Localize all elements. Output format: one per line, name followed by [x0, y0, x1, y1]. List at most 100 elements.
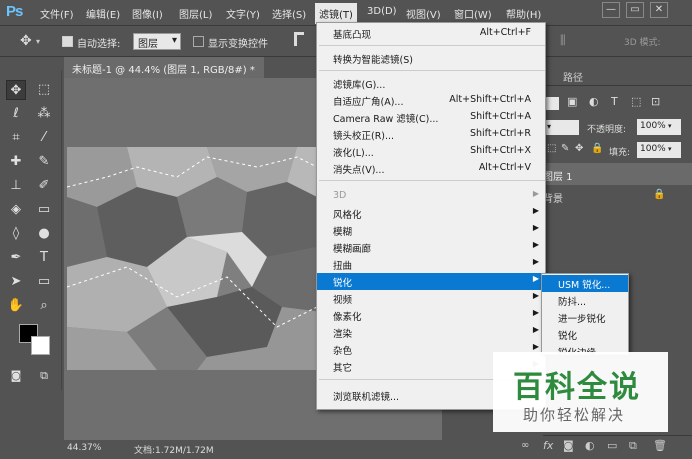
- new-group-icon[interactable]: ▭: [607, 439, 617, 452]
- submenu-arrow-icon: ▶: [532, 223, 539, 232]
- lock-icon: 🔒: [653, 189, 666, 200]
- menu-item-blur[interactable]: 模糊 ▶: [317, 222, 545, 239]
- move-tool-icon[interactable]: ✥: [20, 33, 32, 49]
- filter-kind-dropdown[interactable]: [545, 97, 559, 110]
- watermark: 百科全说 助你轻松解决: [493, 352, 668, 432]
- new-layer-icon[interactable]: ⧉: [629, 439, 637, 453]
- close-window-button[interactable]: ✕: [650, 2, 668, 18]
- menu-help[interactable]: 帮助(H): [506, 6, 541, 21]
- opacity-input[interactable]: 100% ▾: [637, 119, 681, 135]
- menu-item-filter-gallery[interactable]: 滤镜库(G)...: [317, 75, 545, 92]
- fill-input[interactable]: 100% ▾: [637, 142, 681, 158]
- crop-tool-icon[interactable]: ⌗: [6, 128, 26, 148]
- menu-item-adaptive-wide-angle[interactable]: 自适应广角(A)... Alt+Shift+Ctrl+A: [317, 92, 545, 109]
- lock-pixels-icon[interactable]: ✎: [561, 143, 569, 154]
- smart-object-filter-icon[interactable]: ⊡: [651, 95, 660, 108]
- fx-icon[interactable]: fx: [543, 439, 553, 452]
- blur-tool-icon[interactable]: ◊: [6, 224, 26, 244]
- screen-mode-icon[interactable]: ⧉: [34, 366, 54, 386]
- menu-filter[interactable]: 滤镜(T): [315, 3, 357, 24]
- zoom-tool-icon[interactable]: ⌕: [34, 296, 54, 316]
- eraser-tool-icon[interactable]: ◈: [6, 200, 26, 220]
- menu-3d[interactable]: 3D(D): [367, 6, 397, 17]
- menu-item-blur-gallery[interactable]: 模糊画廊 ▶: [317, 239, 545, 256]
- blend-mode-dropdown[interactable]: ▾: [545, 120, 579, 135]
- menu-select[interactable]: 选择(S): [272, 6, 306, 21]
- trash-icon[interactable]: 🗑: [653, 439, 667, 452]
- menu-edit[interactable]: 编辑(E): [86, 6, 120, 21]
- adjustment-layer-filter-icon[interactable]: ◐: [589, 95, 599, 108]
- lasso-tool-icon[interactable]: ℓ: [6, 104, 26, 124]
- clone-stamp-tool-icon[interactable]: ⊥: [6, 176, 26, 196]
- menu-type[interactable]: 文字(Y): [226, 6, 260, 21]
- document-info: 文档:1.72M/1.72M: [134, 446, 214, 456]
- add-mask-icon[interactable]: ◙: [563, 439, 574, 452]
- history-brush-tool-icon[interactable]: ✐: [34, 176, 54, 196]
- menu-image[interactable]: 图像(I): [132, 6, 163, 21]
- menu-item-sharpen-basic[interactable]: 锐化: [542, 326, 628, 343]
- tab-paths[interactable]: 路径: [563, 69, 583, 84]
- fill-value: 100%: [640, 144, 666, 154]
- menu-item-label: 其它: [333, 363, 353, 374]
- menu-item-sharpen[interactable]: 锐化 ▶: [317, 273, 545, 290]
- type-layer-filter-icon[interactable]: T: [611, 95, 618, 108]
- restore-button[interactable]: ▭: [626, 2, 644, 18]
- menu-item-video[interactable]: 视频 ▶: [317, 290, 545, 307]
- menu-item-render[interactable]: 渲染 ▶: [317, 324, 545, 341]
- menu-window[interactable]: 窗口(W): [454, 6, 492, 21]
- marquee-tool-icon[interactable]: ⬚: [34, 80, 54, 100]
- auto-select-dropdown[interactable]: 图层 ▾: [133, 33, 181, 50]
- menu-item-emboss[interactable]: 基底凸现 Alt+Ctrl+F: [317, 25, 545, 42]
- menu-item-vanishing-point[interactable]: 消失点(V)... Alt+Ctrl+V: [317, 160, 545, 177]
- shape-layer-filter-icon[interactable]: ⬚: [631, 95, 641, 108]
- menu-view[interactable]: 视图(V): [406, 6, 441, 21]
- menu-item-unsharp-mask[interactable]: USM 锐化...: [542, 275, 628, 292]
- align-top-icon[interactable]: [294, 32, 304, 46]
- chevron-down-icon[interactable]: ▾: [36, 37, 40, 46]
- menu-item-liquify[interactable]: 液化(L)... Shift+Ctrl+X: [317, 143, 545, 160]
- menu-item-convert-smart-filter[interactable]: 转换为智能滤镜(S): [317, 50, 545, 67]
- quick-mask-icon[interactable]: ◙: [6, 366, 26, 386]
- menu-item-sharpen-more[interactable]: 进一步锐化: [542, 309, 628, 326]
- lock-transparent-icon[interactable]: ⬚: [547, 143, 556, 154]
- auto-select-checkbox[interactable]: [62, 36, 73, 47]
- menu-item-shake-reduction[interactable]: 防抖...: [542, 292, 628, 309]
- menu-layer[interactable]: 图层(L): [179, 6, 212, 21]
- lock-all-icon[interactable]: 🔒: [591, 143, 603, 154]
- menu-item-stylize[interactable]: 风格化 ▶: [317, 205, 545, 222]
- magic-wand-tool-icon[interactable]: ⁂: [34, 104, 54, 124]
- type-tool-icon[interactable]: T: [34, 248, 54, 268]
- move-tool-icon[interactable]: ✥: [6, 80, 26, 100]
- eyedropper-tool-icon[interactable]: ⁄: [34, 128, 54, 148]
- hand-tool-icon[interactable]: ✋: [6, 296, 26, 316]
- fill-label: 填充:: [609, 148, 631, 158]
- menu-item-distort[interactable]: 扭曲 ▶: [317, 256, 545, 273]
- show-transform-checkbox[interactable]: [193, 36, 204, 47]
- menu-item-camera-raw[interactable]: Camera Raw 滤镜(C)... Shift+Ctrl+A: [317, 109, 545, 126]
- link-layers-icon[interactable]: ∞: [521, 440, 529, 451]
- zoom-level[interactable]: 44.37%: [67, 443, 101, 453]
- path-selection-tool-icon[interactable]: ➤: [6, 272, 26, 292]
- pixel-layer-filter-icon[interactable]: ▣: [567, 95, 577, 108]
- background-color-swatch[interactable]: [31, 336, 50, 355]
- submenu-arrow-icon: ▶: [532, 325, 539, 334]
- distribute-icon[interactable]: ⫼: [560, 33, 566, 48]
- menu-item-lens-correction[interactable]: 镜头校正(R)... Shift+Ctrl+R: [317, 126, 545, 143]
- layer-row[interactable]: 图层 1: [543, 163, 692, 185]
- gradient-tool-icon[interactable]: ▭: [34, 200, 54, 220]
- menu-item-pixelate[interactable]: 像素化 ▶: [317, 307, 545, 324]
- minimize-button[interactable]: —: [602, 2, 620, 18]
- rectangle-tool-icon[interactable]: ▭: [34, 272, 54, 292]
- document-tab[interactable]: 未标题-1 @ 44.4% (图层 1, RGB/8#) * ×: [64, 57, 264, 87]
- status-bar: 44.37% 文档:1.72M/1.72M: [64, 440, 442, 456]
- menu-file[interactable]: 文件(F): [40, 6, 74, 21]
- layer-row[interactable]: 背景 🔒: [543, 185, 692, 207]
- menu-item-label: 浏览联机滤镜...: [333, 392, 400, 403]
- pen-tool-icon[interactable]: ✒: [6, 248, 26, 268]
- adjustment-layer-icon[interactable]: ◐: [585, 439, 595, 452]
- brush-tool-icon[interactable]: ✎: [34, 152, 54, 172]
- healing-brush-tool-icon[interactable]: ✚: [6, 152, 26, 172]
- dodge-tool-icon[interactable]: ●: [34, 224, 54, 244]
- lock-position-icon[interactable]: ✥: [575, 143, 583, 154]
- menu-item-label: 基底凸现: [333, 30, 372, 41]
